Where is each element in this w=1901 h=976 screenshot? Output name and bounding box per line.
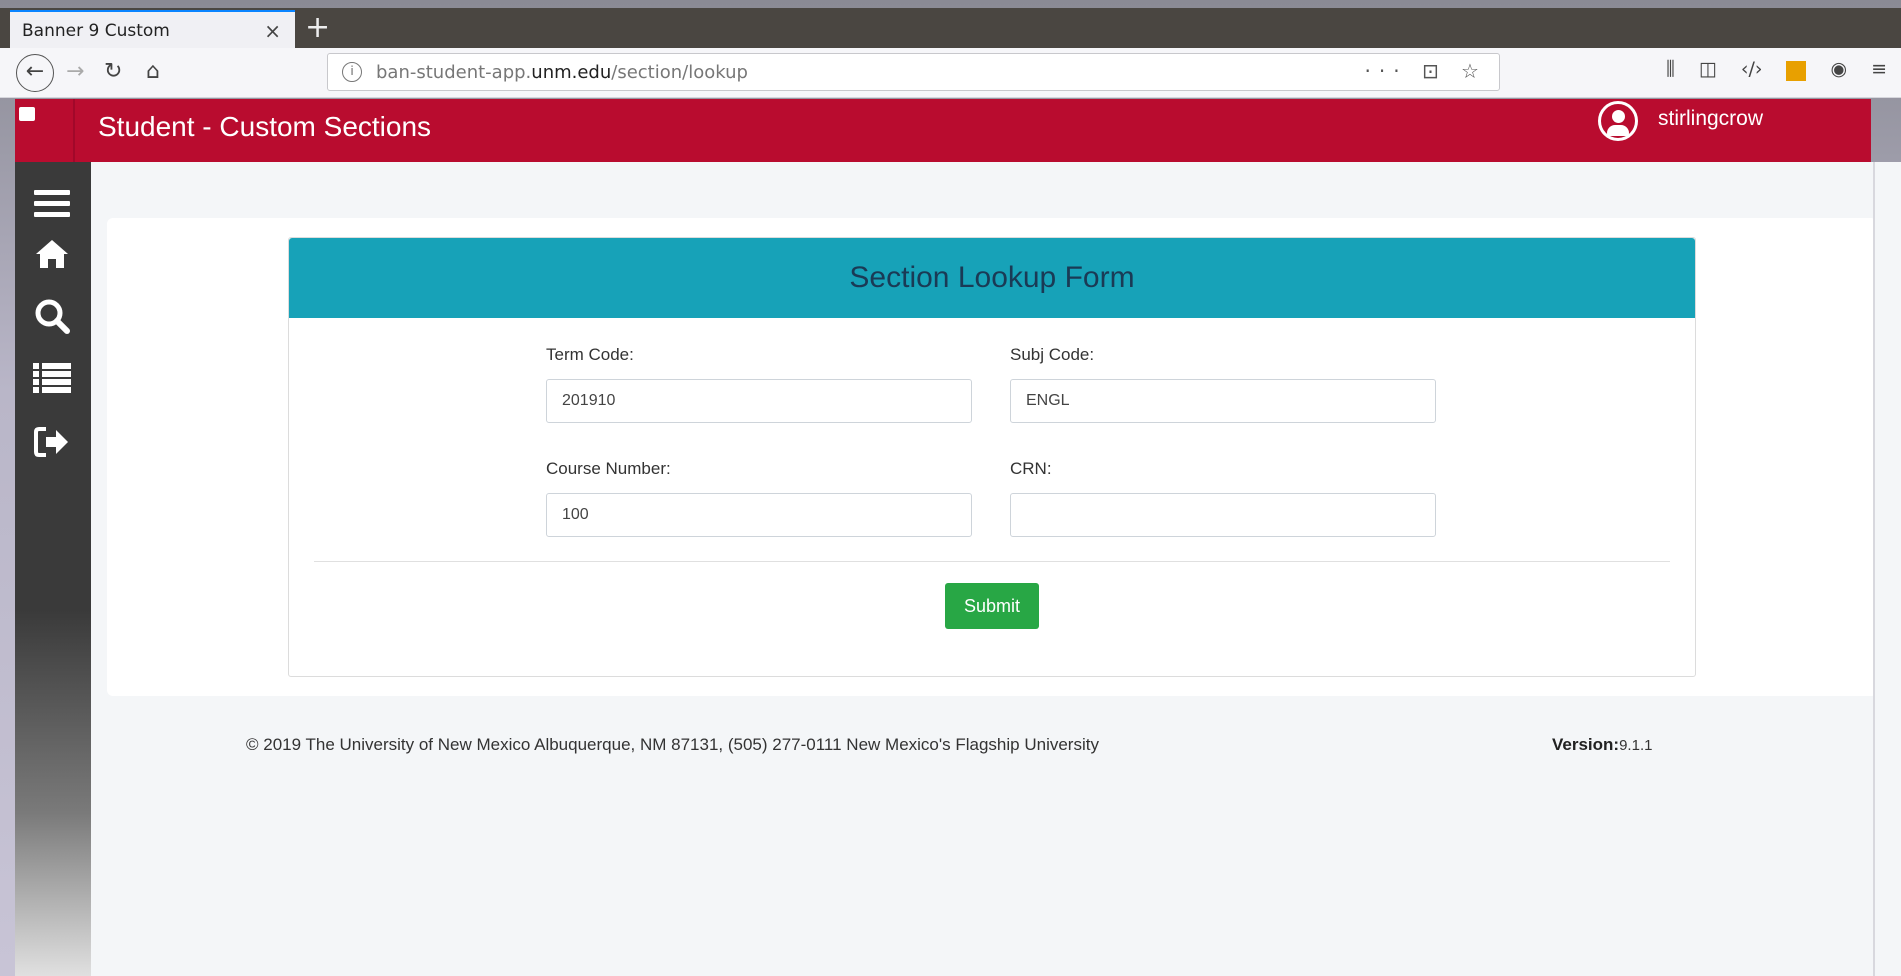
username[interactable]: stirlingcrow: [1658, 107, 1763, 131]
site-info-icon[interactable]: i: [342, 62, 362, 82]
forward-button[interactable]: →: [66, 56, 84, 88]
home-button[interactable]: ⌂: [146, 56, 160, 88]
tab-close-icon[interactable]: ×: [264, 19, 281, 43]
app-header: Student - Custom Sections stirlingcrow: [15, 99, 1871, 162]
tab-title: Banner 9 Custom: [22, 21, 170, 41]
url-prefix: ban-student-app.: [376, 61, 532, 83]
user-avatar-icon[interactable]: [1598, 101, 1638, 141]
course-number-label: Course Number:: [546, 459, 671, 478]
library-icon[interactable]: ⫼: [1666, 58, 1675, 81]
sidebar-toggle-icon[interactable]: ◫: [1699, 58, 1717, 81]
url-actions[interactable]: ··· ⊡ ☆: [1365, 59, 1487, 83]
app-title: Student - Custom Sections: [98, 111, 432, 142]
crn-label: CRN:: [1010, 459, 1052, 478]
page-scroll-edge: [1873, 162, 1901, 976]
browser-tab[interactable]: Banner 9 Custom ×: [10, 10, 295, 50]
sidebar: [15, 162, 91, 976]
crn-input[interactable]: [1010, 493, 1436, 537]
form-divider: [314, 561, 1670, 562]
version-value: 9.1.1: [1619, 737, 1653, 754]
url-bar[interactable]: i ban-student-app. unm.edu/section/lookup…: [327, 53, 1500, 91]
url-path: /section/lookup: [611, 61, 748, 83]
url-domain: unm.edu: [531, 61, 612, 83]
browser-navbar: ← → ↻ ⌂ i ban-student-app. unm.edu/sectio…: [0, 48, 1901, 98]
back-button[interactable]: ←: [16, 54, 54, 92]
submit-button[interactable]: Submit: [945, 583, 1039, 629]
subj-code-label: Subj Code:: [1010, 345, 1095, 364]
devtools-icon[interactable]: ‹/›: [1741, 58, 1763, 81]
new-tab-button[interactable]: +: [305, 8, 330, 48]
course-number-input[interactable]: [546, 493, 972, 537]
search-icon[interactable]: [32, 296, 72, 336]
browser-toolbar: ⫼ ◫ ‹/› ◉ ≡: [1666, 58, 1887, 81]
content-panel: Section Lookup Form Term Code: Subj Code…: [107, 218, 1877, 696]
reload-button[interactable]: ↻: [104, 56, 122, 88]
term-code-label: Term Code:: [546, 345, 634, 364]
version-label: Version:: [1552, 735, 1620, 754]
account-icon[interactable]: ◉: [1830, 58, 1847, 81]
list-icon[interactable]: [32, 358, 72, 398]
main-content: Section Lookup Form Term Code: Subj Code…: [91, 162, 1877, 976]
hamburger-menu-icon[interactable]: ≡: [1871, 58, 1887, 81]
subj-code-input[interactable]: [1010, 379, 1436, 423]
browser-tabbar: Banner 9 Custom × +: [0, 8, 1901, 50]
extension-icon[interactable]: [1786, 61, 1807, 81]
version-info: Version:9.1.1: [1552, 735, 1652, 755]
term-code-input[interactable]: [546, 379, 972, 423]
sign-out-icon[interactable]: [32, 422, 72, 462]
footer-copyright: © 2019 The University of New Mexico Albu…: [246, 735, 1099, 754]
section-lookup-card: Section Lookup Form Term Code: Subj Code…: [288, 237, 1696, 677]
header-divider: [73, 99, 75, 162]
menu-icon[interactable]: [32, 184, 72, 224]
home-icon[interactable]: [32, 234, 72, 274]
app-logo[interactable]: [19, 107, 35, 121]
form-heading: Section Lookup Form: [289, 238, 1695, 318]
